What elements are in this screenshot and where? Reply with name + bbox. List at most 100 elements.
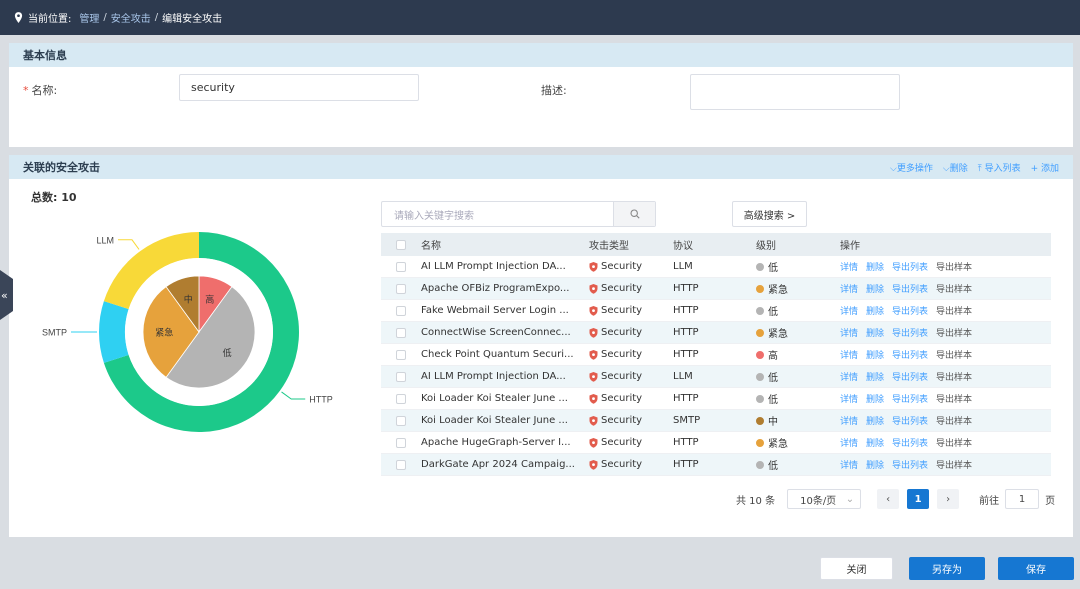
delete-link[interactable]: 删除: [866, 458, 884, 471]
detail-link[interactable]: 详情: [840, 458, 858, 471]
export-sample-link[interactable]: 导出样本: [936, 282, 972, 295]
prev-page-button[interactable]: ‹: [877, 489, 900, 509]
row-checkbox[interactable]: [396, 459, 406, 470]
goto-page-input[interactable]: 1: [1005, 489, 1040, 509]
top-bar: 当前位置: 管理 / 安全攻击 / 编辑安全攻击: [0, 0, 1080, 35]
close-button[interactable]: 关闭: [820, 557, 893, 580]
row-level: 低: [756, 303, 840, 318]
table-row[interactable]: Apache OFBiz ProgramExpo... Security HTTP 紧…: [381, 278, 1051, 300]
detail-link[interactable]: 详情: [840, 282, 858, 295]
delete-link[interactable]: 删除: [866, 392, 884, 405]
row-protocol: SMTP: [673, 415, 701, 426]
export-sample-link[interactable]: 导出样本: [936, 348, 972, 361]
row-name: Koi Loader Koi Stealer June ...: [421, 393, 568, 404]
row-actions: 详情 删除 导出列表 导出样本: [840, 326, 1051, 339]
delete-link[interactable]: 删除: [866, 414, 884, 427]
export-sample-link[interactable]: 导出样本: [936, 260, 972, 273]
delete-button[interactable]: ⌵删除: [943, 161, 968, 174]
export-sample-link[interactable]: 导出样本: [936, 414, 972, 427]
export-list-link[interactable]: 导出列表: [892, 304, 928, 317]
row-type: Security: [589, 371, 673, 382]
row-checkbox[interactable]: [396, 261, 406, 272]
breadcrumb-item-manage[interactable]: 管理: [79, 10, 99, 25]
table-row[interactable]: Koi Loader Koi Stealer June ... Security H…: [381, 388, 1051, 410]
table-row[interactable]: Apache HugeGraph-Server I... Security HTTP…: [381, 432, 1051, 454]
detail-link[interactable]: 详情: [840, 436, 858, 449]
breadcrumb-item-attacks[interactable]: 安全攻击: [111, 10, 151, 25]
shield-icon: [589, 415, 598, 426]
table-row[interactable]: AI LLM Prompt Injection DA... Security LLM…: [381, 366, 1051, 388]
row-checkbox[interactable]: [396, 327, 406, 338]
shield-icon: [589, 305, 598, 316]
export-sample-link[interactable]: 导出样本: [936, 326, 972, 339]
row-checkbox[interactable]: [396, 393, 406, 404]
shield-icon: [589, 393, 598, 404]
export-sample-link[interactable]: 导出样本: [936, 304, 972, 317]
export-list-link[interactable]: 导出列表: [892, 260, 928, 273]
detail-link[interactable]: 详情: [840, 370, 858, 383]
export-list-link[interactable]: 导出列表: [892, 326, 928, 339]
row-checkbox[interactable]: [396, 283, 406, 294]
table-body: AI LLM Prompt Injection DA... Security LLM…: [381, 256, 1051, 476]
delete-link[interactable]: 删除: [866, 348, 884, 361]
level-dot-icon: [756, 460, 764, 469]
description-input[interactable]: [690, 74, 900, 110]
advanced-search-button[interactable]: 高级搜索 >: [732, 201, 807, 227]
delete-link[interactable]: 删除: [866, 436, 884, 449]
detail-link[interactable]: 详情: [840, 348, 858, 361]
detail-link[interactable]: 详情: [840, 392, 858, 405]
export-list-link[interactable]: 导出列表: [892, 282, 928, 295]
import-list-button[interactable]: ⤒ 导入列表: [978, 161, 1021, 174]
export-sample-link[interactable]: 导出样本: [936, 436, 972, 449]
shield-icon: [589, 283, 598, 294]
export-list-link[interactable]: 导出列表: [892, 348, 928, 361]
delete-link[interactable]: 删除: [866, 304, 884, 317]
protocol-level-chart: HTTP SMTP LLM 高低 紧急 中: [9, 225, 379, 525]
next-page-button[interactable]: ›: [937, 489, 960, 509]
select-all-checkbox[interactable]: [396, 239, 406, 250]
export-sample-link[interactable]: 导出样本: [936, 370, 972, 383]
search-box[interactable]: 请输入关键字搜索: [381, 201, 656, 227]
shield-icon: [589, 371, 598, 382]
delete-link[interactable]: 删除: [866, 326, 884, 339]
export-sample-link[interactable]: 导出样本: [936, 458, 972, 471]
table-row[interactable]: AI LLM Prompt Injection DA... Security LLM…: [381, 256, 1051, 278]
export-list-link[interactable]: 导出列表: [892, 370, 928, 383]
search-button[interactable]: [613, 202, 655, 226]
save-as-button[interactable]: 另存为: [909, 557, 985, 580]
export-list-link[interactable]: 导出列表: [892, 436, 928, 449]
delete-link[interactable]: 删除: [866, 282, 884, 295]
detail-link[interactable]: 详情: [840, 304, 858, 317]
table-row[interactable]: DarkGate Apr 2024 Campaig... Security HTTP…: [381, 454, 1051, 476]
search-icon: [629, 209, 640, 219]
protocol-slice-1[interactable]: [98, 301, 129, 363]
protocol-label-2: LLM: [96, 235, 114, 245]
delete-link[interactable]: 删除: [866, 260, 884, 273]
export-list-link[interactable]: 导出列表: [892, 392, 928, 405]
page-number-1[interactable]: 1: [907, 489, 930, 509]
table-row[interactable]: ConnectWise ScreenConnec... Security HTTP 紧…: [381, 322, 1051, 344]
table-row[interactable]: Fake Webmail Server Login ... Security HTT…: [381, 300, 1051, 322]
detail-link[interactable]: 详情: [840, 414, 858, 427]
table-row[interactable]: Koi Loader Koi Stealer June ... Security S…: [381, 410, 1051, 432]
search-input[interactable]: 请输入关键字搜索: [382, 207, 613, 222]
delete-link[interactable]: 删除: [866, 370, 884, 383]
export-list-link[interactable]: 导出列表: [892, 414, 928, 427]
row-checkbox[interactable]: [396, 349, 406, 360]
row-checkbox[interactable]: [396, 415, 406, 426]
more-actions-button[interactable]: ⌵更多操作: [890, 161, 933, 174]
export-sample-link[interactable]: 导出样本: [936, 392, 972, 405]
add-button[interactable]: + 添加: [1031, 161, 1059, 174]
row-checkbox[interactable]: [396, 371, 406, 382]
export-list-link[interactable]: 导出列表: [892, 458, 928, 471]
pagination: 共 10 条 10条/页 ⌄ ‹ 1 › 前往 1 页: [736, 489, 1055, 509]
detail-link[interactable]: 详情: [840, 260, 858, 273]
page-size-select[interactable]: 10条/页 ⌄: [787, 489, 862, 509]
detail-link[interactable]: 详情: [840, 326, 858, 339]
name-input[interactable]: security: [179, 74, 419, 101]
save-button[interactable]: 保存: [998, 557, 1074, 580]
row-checkbox[interactable]: [396, 437, 406, 448]
row-checkbox[interactable]: [396, 305, 406, 316]
row-level: 紧急: [756, 435, 840, 450]
table-row[interactable]: Check Point Quantum Securi... Security HTT…: [381, 344, 1051, 366]
